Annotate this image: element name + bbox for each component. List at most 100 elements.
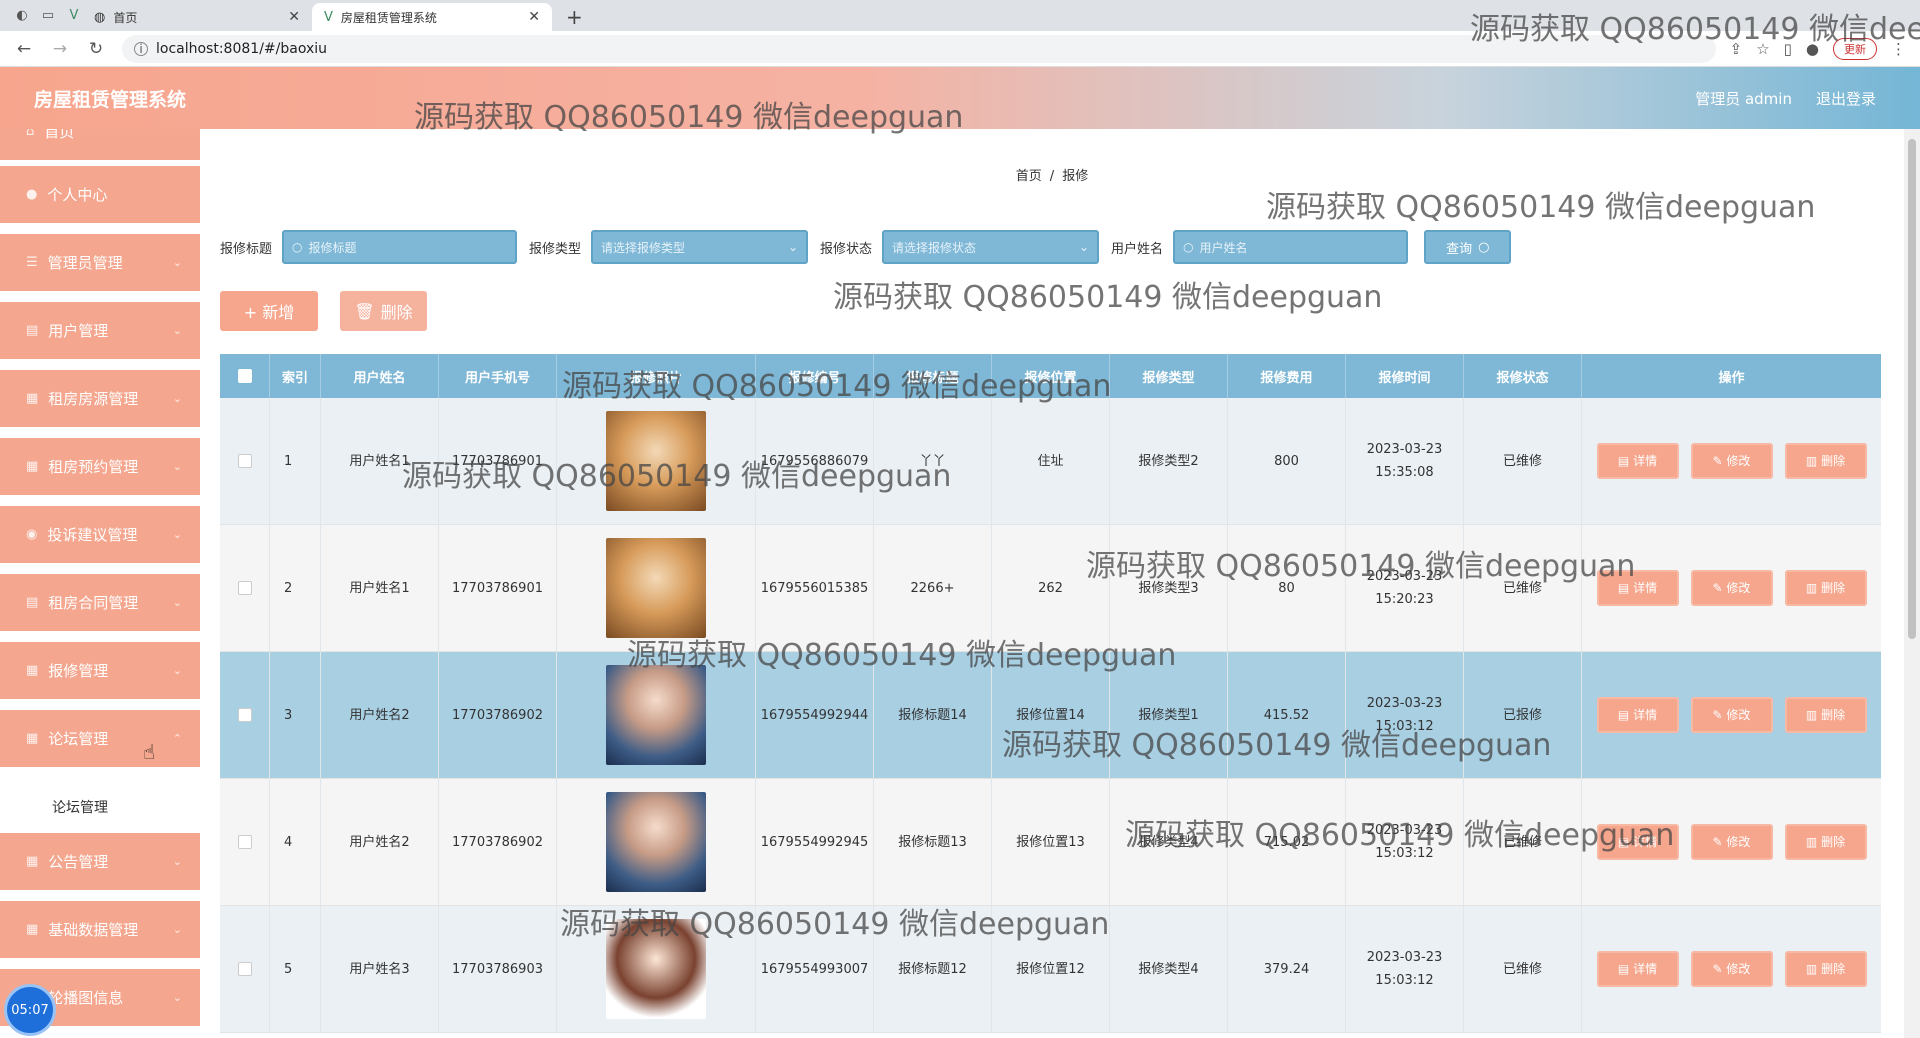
sidebar-item-admin[interactable]: ☰ 管理员管理 ⌄ <box>0 234 200 294</box>
sidebar-item-forum[interactable]: ▦ 论坛管理 ⌃ <box>0 710 200 770</box>
back-icon[interactable]: ← <box>12 39 36 59</box>
sidebar-item-label: 轮播图信息 <box>48 989 124 1007</box>
account-icon[interactable]: ● <box>1806 40 1819 58</box>
sidebar-item-contract[interactable]: ▤ 租房合同管理 ⌄ <box>0 574 200 634</box>
edit-button[interactable]: ✎ 修改 <box>1690 570 1773 606</box>
star-icon[interactable]: ☆ <box>1756 40 1769 58</box>
sidebar-item-users[interactable]: ▤ 用户管理 ⌄ <box>0 302 200 362</box>
scrollbar-thumb[interactable] <box>1908 139 1916 639</box>
cell-photo <box>557 779 756 905</box>
reload-icon[interactable]: ↻ <box>84 39 108 59</box>
repair-photo[interactable] <box>606 538 706 638</box>
chevron-down-icon: ⌄ <box>172 460 182 473</box>
row-checkbox[interactable] <box>237 708 252 722</box>
cell-status: 已维修 <box>1464 525 1582 651</box>
row-checkbox[interactable] <box>237 835 252 849</box>
app-header: 房屋租赁管理系统 管理员 admin 退出登录 <box>0 67 1920 129</box>
delete-button[interactable]: ▥ 删除 <box>1784 697 1867 733</box>
tab-group-icon[interactable]: ▭ <box>40 8 56 24</box>
info-icon[interactable]: i <box>134 41 148 56</box>
vue-icon[interactable]: V <box>66 8 82 24</box>
row-select-cell <box>220 652 270 778</box>
logout-link[interactable]: 退出登录 <box>1816 88 1876 109</box>
breadcrumb-home[interactable]: 首页 <box>1016 169 1042 184</box>
clock-badge: 05:07 <box>4 984 56 1036</box>
cell-index: 1 <box>270 398 321 524</box>
menu-icon[interactable]: ⋮ <box>1891 40 1906 58</box>
type-placeholder: 请选择报修类型 <box>601 240 686 255</box>
query-button[interactable]: 查询 ○ <box>1424 230 1512 264</box>
edit-button[interactable]: ✎ 修改 <box>1690 697 1773 733</box>
header-index: 索引 <box>270 354 321 398</box>
url-field[interactable]: i localhost:8081/#/baoxiu <box>122 34 1716 63</box>
close-icon[interactable]: ✕ <box>288 9 300 25</box>
cell-status: 已维修 <box>1464 398 1582 524</box>
detail-button[interactable]: ▤ 详情 <box>1596 824 1679 860</box>
edit-button[interactable]: ✎ 修改 <box>1690 951 1773 987</box>
batch-delete-label: 删除 <box>380 303 413 322</box>
cell-photo <box>557 525 756 651</box>
sidebar-item-booking[interactable]: ▦ 租房预约管理 ⌄ <box>0 438 200 498</box>
batch-delete-button[interactable]: 🗑 删除 <box>340 291 427 331</box>
new-tab-button[interactable]: + <box>552 3 597 31</box>
title-label: 报修标题 <box>220 241 273 257</box>
row-checkbox[interactable] <box>237 962 252 976</box>
repair-photo[interactable] <box>606 411 706 511</box>
edit-label: 修改 <box>1726 834 1751 849</box>
update-button[interactable]: 更新 <box>1833 37 1877 60</box>
calendar-icon: ▦ <box>26 459 39 474</box>
status-select[interactable]: 请选择报修状态 ⌄ <box>882 230 1100 264</box>
select-all-checkbox[interactable] <box>237 369 252 383</box>
pencil-icon: ✎ <box>1712 453 1727 468</box>
cell-name: 用户姓名2 <box>321 779 439 905</box>
edit-button[interactable]: ✎ 修改 <box>1690 824 1773 860</box>
detail-button[interactable]: ▤ 详情 <box>1596 951 1679 987</box>
sidebar-item-complaint[interactable]: ◉ 投诉建议管理 ⌄ <box>0 506 200 566</box>
type-select[interactable]: 请选择报修类型 ⌄ <box>591 230 809 264</box>
repair-photo[interactable] <box>606 665 706 765</box>
tab-app[interactable]: V 房屋租赁管理系统 ✕ <box>312 3 552 31</box>
cell-status: 已报修 <box>1464 652 1582 778</box>
row-checkbox[interactable] <box>237 581 252 595</box>
close-icon[interactable]: ✕ <box>528 9 540 25</box>
sidebar-item-home[interactable]: ⌂ 首页 <box>0 129 200 163</box>
title-search-input[interactable]: ○ 报修标题 <box>282 230 518 264</box>
add-button[interactable]: + 新增 <box>220 291 318 331</box>
cell-location: 住址 <box>992 398 1110 524</box>
header-fee: 报修费用 <box>1228 354 1346 398</box>
sidebar-item-notice[interactable]: ▦ 公告管理 ⌄ <box>0 833 200 893</box>
tab-title: 首页 <box>113 10 138 25</box>
username-search-input[interactable]: ○ 用户姓名 <box>1173 230 1409 264</box>
detail-button[interactable]: ▤ 详情 <box>1596 697 1679 733</box>
delete-button[interactable]: ▥ 删除 <box>1784 570 1867 606</box>
sidepanel-icon[interactable]: ▯ <box>1784 40 1792 58</box>
delete-label: 删除 <box>1821 961 1846 976</box>
cell-time: 2023-03-23 15:03:12 <box>1346 779 1464 905</box>
forward-icon[interactable]: → <box>48 39 72 59</box>
row-checkbox[interactable] <box>237 454 252 468</box>
detail-button[interactable]: ▤ 详情 <box>1596 570 1679 606</box>
delete-button[interactable]: ▥ 删除 <box>1784 443 1867 479</box>
tab-title: 房屋租赁管理系统 <box>340 10 437 25</box>
detail-button[interactable]: ▤ 详情 <box>1596 443 1679 479</box>
sidebar-item-basedata[interactable]: ▦ 基础数据管理 ⌄ <box>0 901 200 961</box>
delete-button[interactable]: ▥ 删除 <box>1784 951 1867 987</box>
cell-location: 262 <box>992 525 1110 651</box>
page-scrollbar[interactable] <box>1904 129 1920 1038</box>
repair-photo[interactable] <box>606 919 706 1019</box>
share-icon[interactable]: ⇪ <box>1730 40 1743 58</box>
document-icon: ▤ <box>1617 707 1634 722</box>
sidebar-item-house[interactable]: ▦ 租房房源管理 ⌄ <box>0 370 200 430</box>
tab-home[interactable]: ◍ 首页 ✕ <box>82 3 312 31</box>
edit-button[interactable]: ✎ 修改 <box>1690 443 1773 479</box>
sidebar-item-label: 公告管理 <box>48 853 109 871</box>
cell-location: 报修位置12 <box>992 906 1110 1032</box>
repair-photo[interactable] <box>606 792 706 892</box>
delete-button[interactable]: ▥ 删除 <box>1784 824 1867 860</box>
home-icon: ⌂ <box>26 129 35 139</box>
sidebar-item-repair[interactable]: ▦ 报修管理 ⌄ <box>0 642 200 702</box>
profile-icon[interactable]: ◐ <box>14 8 30 24</box>
submenu-item-forum[interactable]: 论坛管理 <box>0 781 200 833</box>
edit-label: 修改 <box>1726 707 1751 722</box>
sidebar-item-profile[interactable]: ● 个人中心 <box>0 166 200 226</box>
